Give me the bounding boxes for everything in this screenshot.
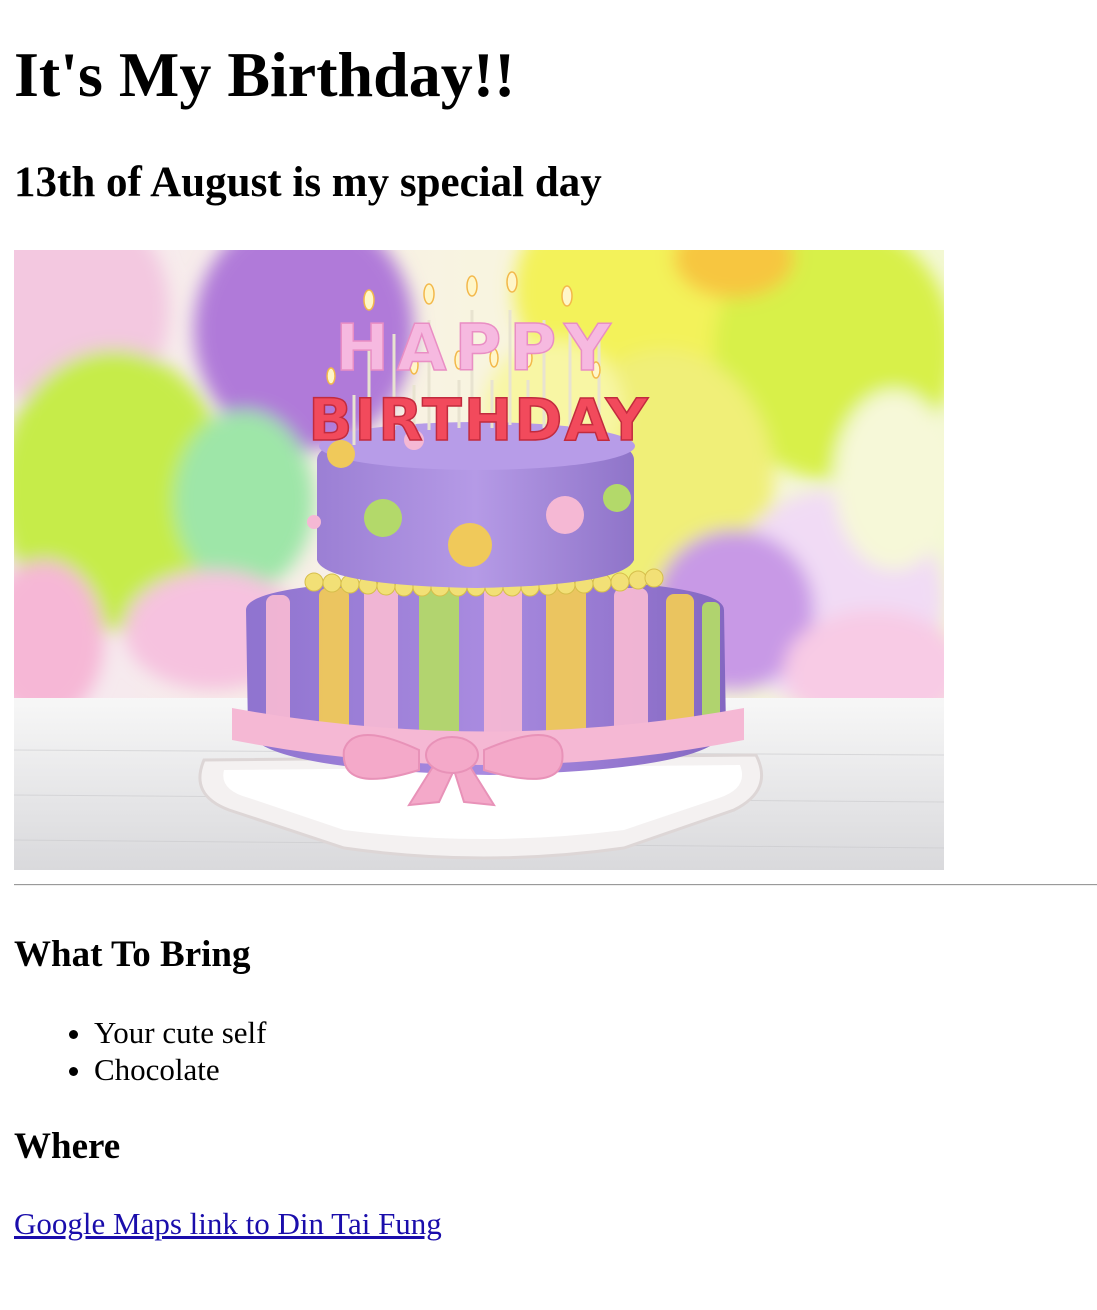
topper-happy: HAPPY	[335, 312, 618, 386]
what-to-bring-heading: What To Bring	[14, 934, 251, 975]
page-title: It's My Birthday!!	[14, 39, 516, 110]
page-subtitle: 13th of August is my special day	[14, 159, 602, 206]
list-item: Chocolate	[94, 1051, 267, 1088]
bring-list: Your cute self Chocolate	[14, 1014, 267, 1088]
list-item: Your cute self	[94, 1014, 267, 1051]
section-divider	[14, 884, 1097, 886]
google-maps-link[interactable]: Google Maps link to Din Tai Fung	[14, 1205, 442, 1242]
topper-birthday: BIRTHDAY	[308, 386, 649, 454]
where-heading: Where	[14, 1126, 121, 1167]
candle-topper-text: HAPPY BIRTHDAY	[308, 311, 649, 455]
birthday-cake-image: HAPPY BIRTHDAY	[14, 250, 944, 870]
